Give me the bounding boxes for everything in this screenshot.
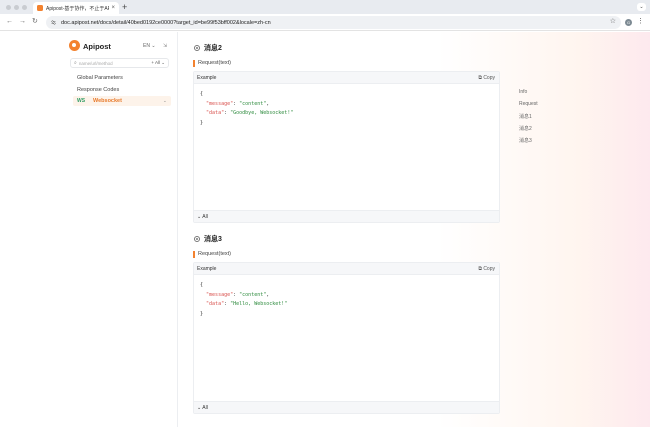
message-icon bbox=[194, 236, 200, 242]
browser-tab[interactable]: Apipost-基于协作，不止于API... × bbox=[33, 2, 119, 14]
bookmark-star-icon[interactable]: ☆ bbox=[610, 18, 616, 26]
window-zoom-dot[interactable] bbox=[22, 5, 27, 10]
json-key: "message" bbox=[206, 291, 234, 298]
url-text: doc.apipost.net/docs/detail/40bed0192ce0… bbox=[61, 19, 271, 26]
message-icon bbox=[194, 45, 200, 51]
json-key: "data" bbox=[206, 110, 225, 116]
copy-button[interactable]: ⧉ Copy bbox=[478, 266, 495, 272]
message-title: 消息2 bbox=[204, 45, 222, 52]
example-footer[interactable]: ⌄ All bbox=[194, 210, 499, 222]
toc-item-message-2[interactable]: 消息2 bbox=[519, 125, 532, 132]
websocket-method-tag: WS bbox=[77, 98, 86, 104]
search-input[interactable]: ⌕ name/url/method + All ⌄ bbox=[70, 58, 169, 68]
example-panel-2: Example ⧉ Copy { "message": "content", "… bbox=[193, 71, 500, 223]
example-header: Example ⧉ Copy bbox=[194, 72, 499, 84]
message-title: 消息3 bbox=[204, 236, 222, 243]
chevron-down-icon[interactable]: ⌄ bbox=[163, 98, 167, 104]
toc-item-request[interactable]: Request bbox=[519, 101, 538, 107]
tab-search-button[interactable]: ⌄ bbox=[637, 3, 646, 11]
request-type-label: Request(text) bbox=[193, 60, 231, 67]
example-label: Example bbox=[197, 266, 217, 272]
window-close-dot[interactable] bbox=[6, 5, 11, 10]
toc-item-info[interactable]: Info bbox=[519, 89, 527, 95]
back-button[interactable]: ← bbox=[6, 17, 13, 27]
browser-menu-icon[interactable]: ⋮ bbox=[637, 18, 644, 26]
logo-text: Apipost bbox=[83, 42, 111, 51]
expand-all-toggle[interactable]: ⌄ All bbox=[197, 405, 208, 411]
copy-button[interactable]: ⧉ Copy bbox=[478, 75, 495, 81]
example-label: Example bbox=[197, 75, 217, 81]
sidebar-item-websocket[interactable] bbox=[73, 96, 171, 106]
language-switch[interactable]: EN ⌄ bbox=[143, 43, 156, 49]
search-icon: ⌕ bbox=[74, 60, 77, 66]
json-value: "Hello, Websocket!" bbox=[230, 301, 288, 307]
apipost-logo-icon bbox=[69, 40, 80, 51]
example-panel-3: Example ⧉ Copy { "message": "content", "… bbox=[193, 262, 500, 414]
forward-button[interactable]: → bbox=[19, 17, 26, 27]
json-value: "content" bbox=[239, 291, 267, 298]
example-header: Example ⧉ Copy bbox=[194, 263, 499, 275]
json-key: "message" bbox=[206, 100, 234, 107]
browser-tab-bar: Apipost-基于协作，不止于API... × + ⌄ bbox=[0, 0, 650, 14]
json-key: "data" bbox=[206, 301, 225, 307]
expand-all-toggle[interactable]: ⌄ All bbox=[197, 214, 208, 220]
new-tab-button[interactable]: + bbox=[122, 2, 127, 12]
collapse-sidebar-icon[interactable]: ⇲ bbox=[163, 43, 167, 49]
sidebar-item-response-codes[interactable]: Response Codes bbox=[77, 87, 119, 93]
code-block: { "message": "content", "data": "Hello, … bbox=[200, 282, 288, 317]
apipost-favicon-icon bbox=[37, 5, 43, 11]
code-line: { bbox=[200, 91, 204, 97]
code-line: } bbox=[200, 310, 204, 317]
code-block: { "message": "content", "data": "Goodbye… bbox=[200, 91, 294, 126]
address-bar: ← → ↻ doc.apipost.net/docs/detail/40bed0… bbox=[0, 14, 650, 31]
message-2-heading: 消息2 bbox=[194, 43, 222, 53]
close-icon[interactable]: × bbox=[111, 5, 115, 11]
json-value: "content" bbox=[239, 100, 267, 107]
sidebar-item-websocket-label[interactable]: Websocket bbox=[93, 98, 122, 104]
main-content: 消息2 Request(text) Example ⧉ Copy { "mess… bbox=[178, 32, 650, 427]
example-footer[interactable]: ⌄ All bbox=[194, 401, 499, 413]
request-type-label: Request(text) bbox=[193, 251, 231, 258]
doc-page: Apipost EN ⌄ ⇲ ⌕ name/url/method + All ⌄… bbox=[0, 32, 650, 427]
toc-item-message-3[interactable]: 消息3 bbox=[519, 137, 532, 144]
tab-title: Apipost-基于协作，不止于API... bbox=[46, 5, 109, 12]
code-line: } bbox=[200, 119, 204, 126]
sidebar-item-global-parameters[interactable]: Global Parameters bbox=[77, 75, 123, 81]
site-info-icon[interactable] bbox=[51, 20, 56, 25]
code-line: { bbox=[200, 282, 204, 288]
sidebar: Apipost EN ⌄ ⇲ ⌕ name/url/method + All ⌄… bbox=[0, 32, 178, 427]
message-3-heading: 消息3 bbox=[194, 234, 222, 244]
search-placeholder: name/url/method bbox=[78, 60, 113, 66]
toc-item-message-1[interactable]: 消息1 bbox=[519, 113, 532, 120]
url-input[interactable]: doc.apipost.net/docs/detail/40bed0192ce0… bbox=[46, 16, 621, 29]
search-filter-dropdown[interactable]: + All ⌄ bbox=[151, 60, 165, 66]
json-value: "Goodbye, Websocket!" bbox=[230, 110, 294, 116]
reload-button[interactable]: ↻ bbox=[32, 17, 38, 27]
window-minimize-dot[interactable] bbox=[14, 5, 19, 10]
profile-avatar[interactable]: G bbox=[625, 19, 632, 26]
